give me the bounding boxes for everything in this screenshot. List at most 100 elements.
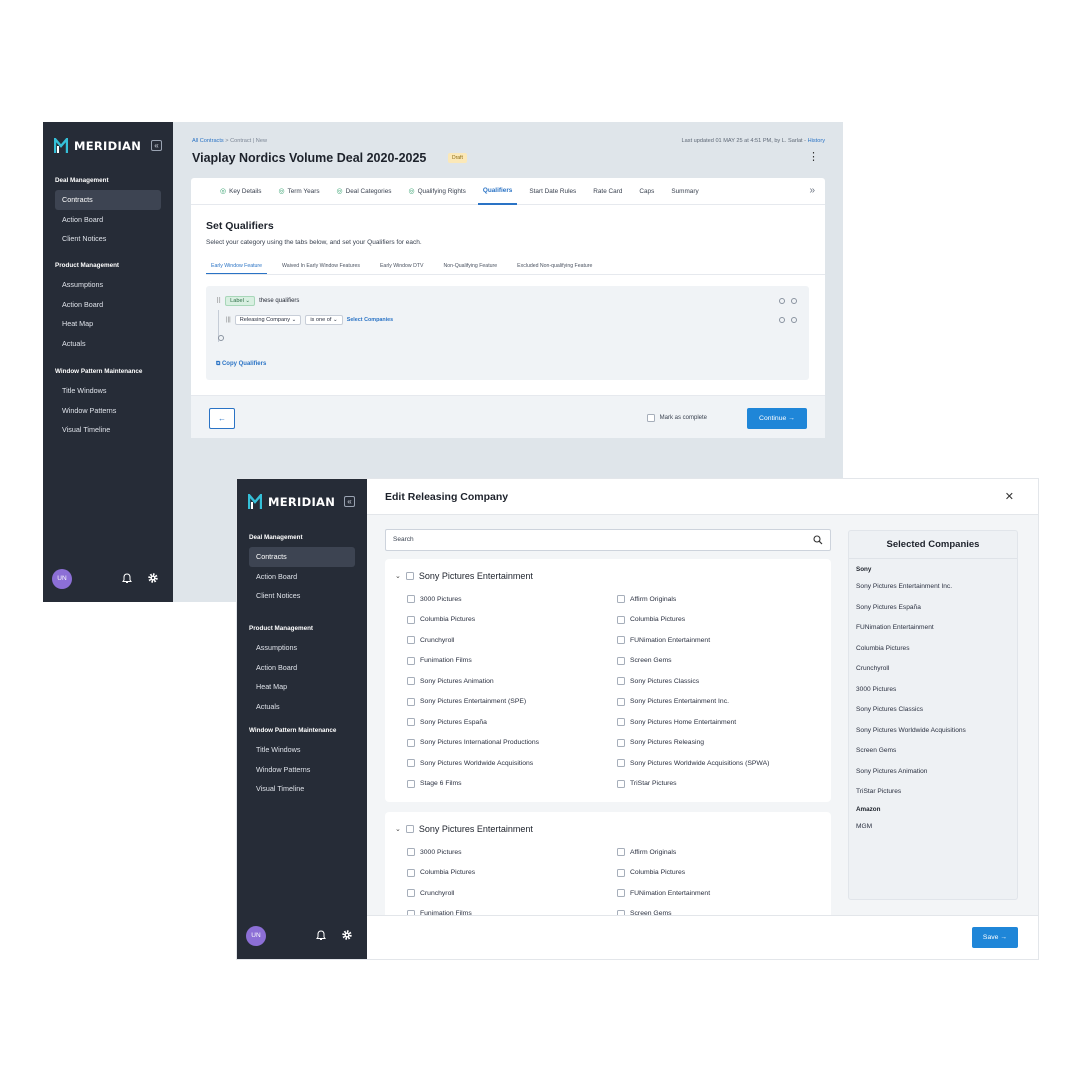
drag-handle-icon[interactable]: ⠿ (216, 297, 221, 305)
selected-company[interactable]: 3000 Pictures (856, 680, 1010, 701)
save-button[interactable]: Save → (972, 927, 1018, 948)
more-menu-icon[interactable]: ⋮ (808, 152, 819, 163)
company-checkbox[interactable] (617, 656, 625, 665)
company-option[interactable]: Sony Pictures Worldwide Acquisitions (SP… (617, 753, 827, 774)
company-option[interactable]: Affirm Originals (617, 842, 827, 863)
sidebar-item-title-windows[interactable]: Title Windows (55, 381, 161, 401)
company-option[interactable]: Sony Pictures Classics (617, 671, 827, 692)
back-button[interactable]: ← (209, 408, 235, 429)
sidebar-item-heat-map[interactable]: Heat Map (55, 314, 161, 334)
company-option[interactable]: Columbia Pictures (617, 863, 827, 884)
search-icon[interactable] (813, 535, 823, 545)
company-option[interactable]: Sony Pictures International Productions (407, 733, 617, 754)
company-checkbox[interactable] (407, 848, 415, 857)
tab-key-details[interactable]: ◎ Key Details (215, 178, 266, 205)
field-select[interactable]: Releasing Company ⌄ (234, 315, 302, 325)
collapse-sidebar-button[interactable]: « (151, 140, 162, 151)
company-option[interactable]: TriStar Pictures (617, 774, 827, 795)
company-checkbox[interactable] (407, 889, 415, 898)
company-option[interactable]: Sony Pictures Releasing (617, 733, 827, 754)
sidebar-item-window-patterns[interactable]: Window Patterns (55, 401, 161, 421)
sidebar-item-action-board[interactable]: Action Board (55, 210, 161, 230)
company-checkbox[interactable] (617, 636, 625, 645)
tabs-next-icon[interactable]: » (809, 185, 815, 196)
add-circle-icon[interactable] (779, 298, 785, 304)
sidebar-item-client-notices[interactable]: Client Notices (55, 229, 161, 249)
company-option[interactable]: Sony Pictures España (407, 712, 617, 733)
company-option[interactable]: 3000 Pictures (407, 842, 617, 863)
gear-icon[interactable] (341, 929, 353, 941)
selected-company[interactable]: Sony Pictures Classics (856, 700, 1010, 721)
tab-caps[interactable]: Caps (634, 178, 659, 205)
company-option[interactable]: Sony Pictures Home Entertainment (617, 712, 827, 733)
sidebar-item-contracts[interactable]: Contracts (249, 547, 355, 567)
sidebar-item-client-notices[interactable]: Client Notices (249, 586, 355, 606)
company-checkbox[interactable] (617, 848, 625, 857)
company-option[interactable]: Screen Gems (617, 651, 827, 672)
company-checkbox[interactable] (407, 738, 415, 747)
sidebar-item-action-board[interactable]: Action Board (249, 658, 355, 678)
drag-handle-icon[interactable]: ||| (226, 317, 231, 323)
sidebar-item-assumptions[interactable]: Assumptions (55, 275, 161, 295)
company-option[interactable]: Screen Gems (617, 904, 827, 915)
tab-summary[interactable]: Summary (666, 178, 703, 205)
tab-rate-card[interactable]: Rate Card (588, 178, 627, 205)
add-rule-icon[interactable] (218, 335, 224, 341)
subtab-non-qualifying-feature[interactable]: Non-Qualifying Feature (439, 259, 503, 274)
company-checkbox[interactable] (617, 718, 625, 727)
tab-deal-categories[interactable]: ◎ Deal Categories (332, 178, 397, 205)
group-checkbox[interactable] (405, 825, 414, 833)
tab-start-date-rules[interactable]: Start Date Rules (524, 178, 581, 205)
company-option[interactable]: Funimation Films (407, 904, 617, 915)
subtab-early-window-feature[interactable]: Early Window Feature (206, 259, 268, 274)
sidebar-item-visual-timeline[interactable]: Visual Timeline (55, 420, 161, 440)
company-checkbox[interactable] (617, 759, 625, 768)
selected-company[interactable]: Screen Gems (856, 741, 1010, 762)
label-select[interactable]: Label ⌄ (225, 296, 256, 306)
continue-button[interactable]: Continue → (747, 408, 807, 429)
tab-qualifying-rights[interactable]: ◎ Qualifying Rights (403, 178, 470, 205)
selected-company[interactable]: TriStar Pictures (856, 782, 1010, 803)
selected-company[interactable]: FUNimation Entertainment (856, 618, 1010, 639)
company-option[interactable]: Columbia Pictures (407, 610, 617, 631)
close-icon[interactable]: ✕ (1005, 490, 1014, 503)
tab-qualifiers[interactable]: Qualifiers (477, 178, 518, 205)
company-option[interactable]: Columbia Pictures (617, 610, 827, 631)
sidebar-item-assumptions[interactable]: Assumptions (249, 638, 355, 658)
company-option[interactable]: Funimation Films (407, 651, 617, 672)
company-checkbox[interactable] (407, 779, 415, 788)
selected-company[interactable]: Columbia Pictures (856, 639, 1010, 660)
company-checkbox[interactable] (407, 656, 415, 665)
company-option[interactable]: Columbia Pictures (407, 863, 617, 884)
company-option[interactable]: Affirm Originals (617, 589, 827, 610)
company-checkbox[interactable] (617, 868, 625, 877)
company-option[interactable]: Crunchyroll (407, 630, 617, 651)
company-checkbox[interactable] (617, 697, 625, 706)
mark-complete[interactable]: Mark as complete (646, 414, 707, 422)
company-option[interactable]: FUNimation Entertainment (617, 883, 827, 904)
remove-circle-icon[interactable] (791, 317, 797, 323)
company-option[interactable]: Stage 6 Films (407, 774, 617, 795)
company-checkbox[interactable] (407, 759, 415, 768)
selected-company[interactable]: Sony Pictures España (856, 598, 1010, 619)
selected-company[interactable]: Sony Pictures Entertainment Inc. (856, 577, 1010, 598)
add-circle-icon[interactable] (779, 317, 785, 323)
chevron-down-icon[interactable]: ⌄ (395, 825, 401, 833)
chevron-down-icon[interactable]: ⌄ (395, 572, 401, 580)
company-option[interactable]: 3000 Pictures (407, 589, 617, 610)
sidebar-item-window-patterns[interactable]: Window Patterns (249, 760, 355, 780)
search-input[interactable]: Search (385, 529, 831, 551)
company-checkbox[interactable] (617, 595, 625, 604)
company-checkbox[interactable] (407, 677, 415, 686)
selected-company[interactable]: Sony Pictures Worldwide Acquisitions (856, 721, 1010, 742)
company-checkbox[interactable] (617, 889, 625, 898)
avatar[interactable]: UN (52, 569, 72, 589)
company-option[interactable]: Sony Pictures Animation (407, 671, 617, 692)
group-checkbox[interactable] (405, 572, 414, 580)
selected-company[interactable]: MGM (856, 817, 1010, 838)
remove-circle-icon[interactable] (791, 298, 797, 304)
gear-icon[interactable] (147, 572, 159, 584)
selected-company[interactable]: Sony Pictures Animation (856, 762, 1010, 783)
company-option[interactable]: Sony Pictures Entertainment (SPE) (407, 692, 617, 713)
collapse-sidebar-button[interactable]: « (344, 496, 355, 507)
